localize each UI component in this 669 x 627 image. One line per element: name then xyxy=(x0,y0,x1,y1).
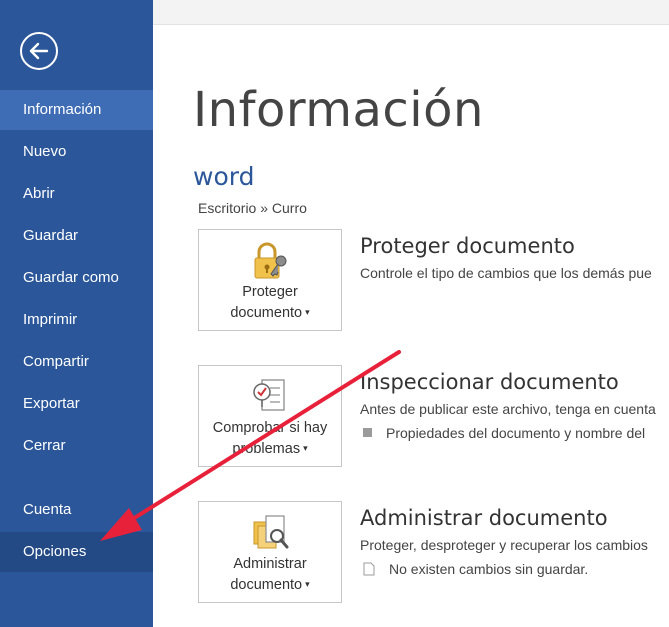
section-title-manage: Administrar documento xyxy=(360,506,608,530)
sidebar-item-imprimir[interactable]: Imprimir xyxy=(0,300,153,340)
inspect-bullet-text: Propiedades del documento y nombre del xyxy=(386,425,646,441)
page-title: Información xyxy=(193,82,484,138)
section-desc-manage: Proteger, desproteger y recuperar los ca… xyxy=(360,537,648,553)
document-path: Escritorio » Curro xyxy=(198,200,307,216)
section-title-inspect: Inspeccionar documento xyxy=(360,370,619,394)
document-name: word xyxy=(193,162,255,191)
sidebar-item-compartir[interactable]: Compartir xyxy=(0,342,153,382)
section-title-protect: Proteger documento xyxy=(360,234,575,258)
arrow-left-icon xyxy=(29,42,49,60)
protect-document-label-line1: Proteger xyxy=(242,284,298,300)
manage-bullet: No existen cambios sin guardar. xyxy=(363,561,588,577)
check-issues-label-line1: Comprobar si hay xyxy=(212,420,328,436)
backstage-sidebar: Información Nuevo Abrir Guardar Guardar … xyxy=(0,0,153,627)
dropdown-caret-icon: ▾ xyxy=(303,443,308,453)
sidebar-item-guardar[interactable]: Guardar xyxy=(0,216,153,256)
checklist-inspect-icon xyxy=(253,379,285,411)
dropdown-caret-icon: ▾ xyxy=(305,579,310,589)
manage-document-label-line2: documento xyxy=(230,577,303,593)
sidebar-item-nuevo[interactable]: Nuevo xyxy=(0,132,153,172)
sidebar-item-abrir[interactable]: Abrir xyxy=(0,174,153,214)
manage-document-label-line1: Administrar xyxy=(233,556,307,572)
section-desc-inspect: Antes de publicar este archivo, tenga en… xyxy=(360,401,656,417)
manage-versions-icon xyxy=(253,515,289,549)
section-desc-protect: Controle el tipo de cambios que los demá… xyxy=(360,265,652,281)
check-issues-label-line2: problemas xyxy=(232,441,301,457)
document-icon xyxy=(363,562,375,576)
manage-bullet-text: No existen cambios sin guardar. xyxy=(389,561,589,577)
sidebar-item-opciones[interactable]: Opciones xyxy=(0,532,153,572)
sidebar-item-guardar-como[interactable]: Guardar como xyxy=(0,258,153,298)
protect-document-button[interactable]: Proteger documento ▾ xyxy=(198,229,342,331)
lock-key-icon xyxy=(254,242,287,279)
back-button[interactable] xyxy=(20,32,58,70)
sidebar-item-informacion[interactable]: Información xyxy=(0,90,153,130)
protect-document-label-line2: documento xyxy=(230,305,303,321)
inspect-bullet: Propiedades del documento y nombre del xyxy=(363,425,645,441)
info-pane: Información word Escritorio » Curro Prot… xyxy=(153,0,669,627)
check-for-issues-button[interactable]: Comprobar si hay problemas ▾ xyxy=(198,365,342,467)
sidebar-item-cerrar[interactable]: Cerrar xyxy=(0,426,153,466)
manage-document-button[interactable]: Administrar documento ▾ xyxy=(198,501,342,603)
bullet-square-icon xyxy=(363,428,372,437)
dropdown-caret-icon: ▾ xyxy=(305,307,310,317)
sidebar-item-cuenta[interactable]: Cuenta xyxy=(0,490,153,530)
sidebar-item-exportar[interactable]: Exportar xyxy=(0,384,153,424)
top-bar xyxy=(153,0,669,25)
